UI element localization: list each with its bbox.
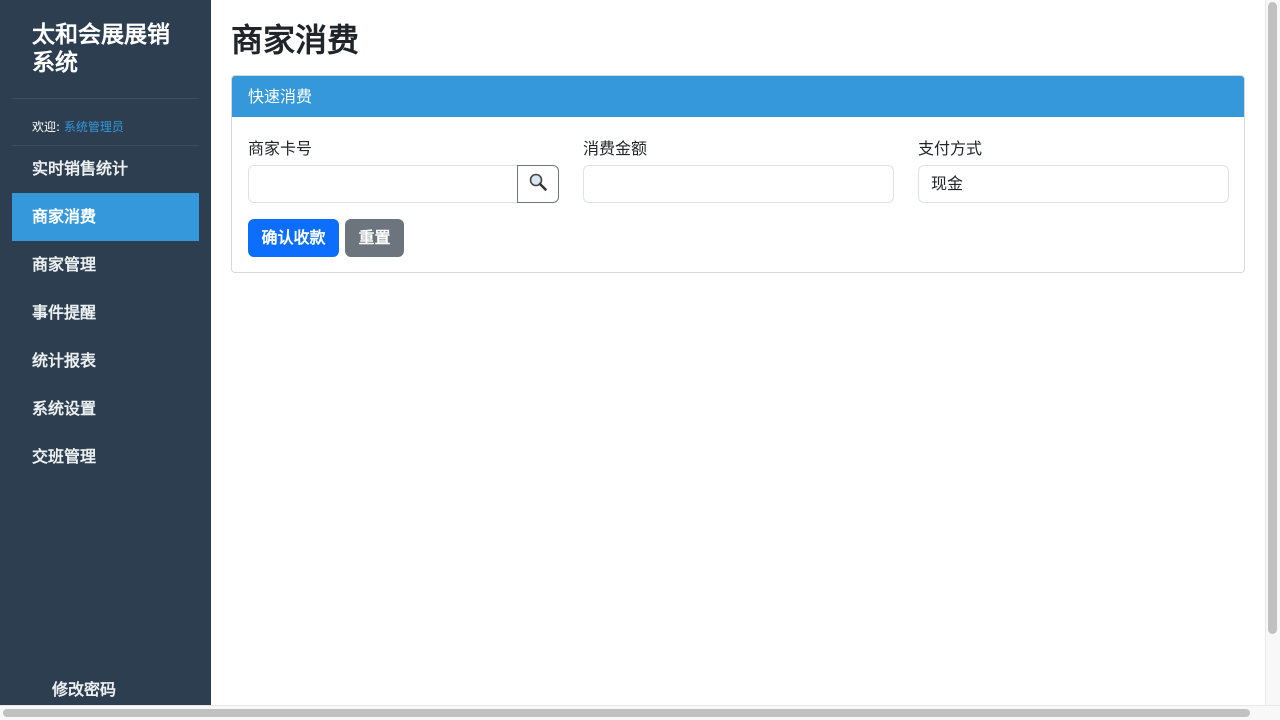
current-user-link[interactable]: 系统管理员 [64, 120, 124, 134]
sidebar-item-merchant-consumption[interactable]: 商家消费 [12, 193, 199, 241]
welcome-prefix: 欢迎: [32, 120, 64, 134]
amount-label: 消费金额 [583, 139, 648, 158]
search-icon [528, 172, 548, 196]
search-button[interactable] [517, 165, 559, 203]
payment-method-label: 支付方式 [918, 139, 983, 158]
sidebar-item-statistics-report[interactable]: 统计报表 [12, 337, 199, 385]
horizontal-scrollbar-thumb[interactable] [3, 709, 1250, 717]
sidebar-item-shift-management[interactable]: 交班管理 [12, 433, 199, 481]
sidebar-item-event-reminder[interactable]: 事件提醒 [12, 289, 199, 337]
confirm-payment-button[interactable]: 确认收款 [248, 219, 339, 257]
reset-button[interactable]: 重置 [345, 219, 404, 257]
sidebar-item-merchant-management[interactable]: 商家管理 [12, 241, 199, 289]
card-number-input[interactable] [248, 165, 518, 203]
sidebar-divider [12, 98, 199, 99]
sidebar-item-system-settings[interactable]: 系统设置 [12, 385, 199, 433]
welcome-text: 欢迎: 系统管理员 [32, 118, 124, 135]
payment-method-select[interactable]: 现金 [918, 165, 1229, 203]
card-header: 快速消费 [232, 76, 1244, 117]
change-password-link[interactable]: 修改密码 [52, 676, 116, 700]
amount-input[interactable] [583, 165, 894, 203]
card-number-label: 商家卡号 [248, 139, 313, 158]
app-title: 太和会展展销系统 [32, 22, 170, 76]
sidebar: 太和会展展销系统 欢迎: 系统管理员 实时销售统计 商家消费 商家管理 事件提醒… [0, 0, 211, 705]
page-title: 商家消费 [231, 21, 360, 59]
sidebar-item-realtime-sales[interactable]: 实时销售统计 [12, 145, 199, 193]
quick-consumption-card: 快速消费 商家卡号 消费金额 支付方式 现金 确认收款 重置 [231, 75, 1245, 273]
vertical-scrollbar-thumb[interactable] [1268, 2, 1277, 634]
